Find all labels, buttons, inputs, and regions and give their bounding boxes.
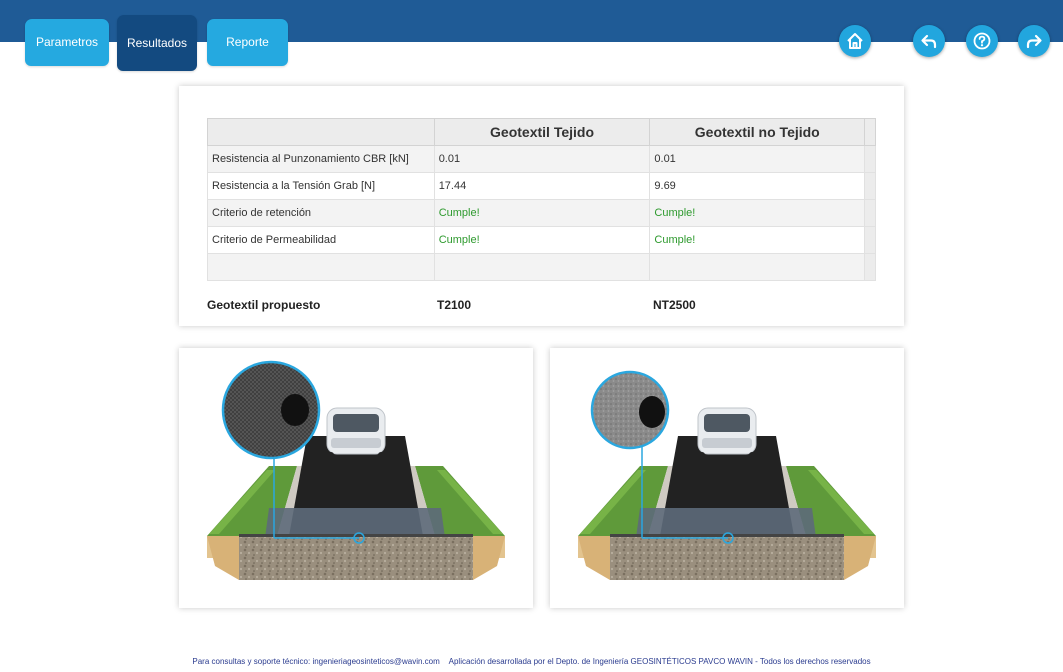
illustration-no-tejido [550, 348, 904, 608]
table-header-tejido: Geotextil Tejido [433, 118, 651, 146]
cell-tejido [433, 253, 651, 281]
road-illustration-no-tejido [578, 370, 876, 580]
cell-tejido-status: Cumple! [433, 199, 651, 227]
cell-tejido-status: Cumple! [433, 226, 651, 254]
proposed-tejido-value: T2100 [437, 298, 472, 312]
footer: Para consultas y soporte técnico: ingeni… [0, 657, 1063, 666]
table-row [207, 253, 876, 281]
cell-no-tejido: 0.01 [649, 145, 866, 173]
home-button[interactable] [839, 25, 871, 57]
road-illustration-tejido [207, 360, 505, 580]
table-scrollbar[interactable] [864, 172, 876, 200]
proposed-no-tejido-value: NT2500 [653, 298, 696, 312]
table-row: Criterio de Permeabilidad Cumple! Cumple… [207, 226, 876, 254]
table-scrollbar[interactable] [864, 199, 876, 227]
tab-reporte[interactable]: Reporte [207, 19, 288, 66]
cell-no-tejido-status: Cumple! [649, 226, 866, 254]
row-label: Criterio de retención [207, 199, 435, 227]
table-header-empty [207, 118, 435, 146]
table-row: Criterio de retención Cumple! Cumple! [207, 199, 876, 227]
home-icon [847, 33, 863, 49]
forward-button[interactable] [1018, 25, 1050, 57]
table-scrollbar[interactable] [864, 253, 876, 281]
table-row: Resistencia a la Tensión Grab [N] 17.44 … [207, 172, 876, 200]
row-label: Resistencia al Punzonamiento CBR [kN] [207, 145, 435, 173]
cell-no-tejido-status: Cumple! [649, 199, 866, 227]
row-label: Resistencia a la Tensión Grab [N] [207, 172, 435, 200]
illustration-tejido [179, 348, 533, 608]
tab-resultados[interactable]: Resultados [117, 15, 197, 71]
row-label [207, 253, 435, 281]
table-scrollbar[interactable] [864, 226, 876, 254]
table-scrollbar[interactable] [864, 145, 876, 173]
table-row: Resistencia al Punzonamiento CBR [kN] 0.… [207, 145, 876, 173]
cell-tejido: 0.01 [433, 145, 651, 173]
help-button[interactable] [966, 25, 998, 57]
table-header-no-tejido: Geotextil no Tejido [649, 118, 866, 146]
cell-no-tejido [649, 253, 866, 281]
results-card: Geotextil Tejido Geotextil no Tejido Res… [179, 86, 904, 326]
table-header-row: Geotextil Tejido Geotextil no Tejido [207, 118, 876, 146]
table-scrollbar-top[interactable] [864, 118, 876, 146]
forward-icon [1026, 34, 1042, 49]
results-table: Geotextil Tejido Geotextil no Tejido Res… [207, 118, 876, 281]
cell-tejido: 17.44 [433, 172, 651, 200]
back-icon [921, 34, 937, 49]
proposed-label: Geotextil propuesto [207, 298, 321, 312]
tab-parametros[interactable]: Parametros [25, 19, 109, 66]
footer-support: Para consultas y soporte técnico: ingeni… [192, 657, 440, 666]
cell-no-tejido: 9.69 [649, 172, 866, 200]
footer-credits: Aplicación desarrollada por el Depto. de… [448, 657, 871, 666]
help-icon [973, 32, 991, 50]
row-label: Criterio de Permeabilidad [207, 226, 435, 254]
back-button[interactable] [913, 25, 945, 57]
